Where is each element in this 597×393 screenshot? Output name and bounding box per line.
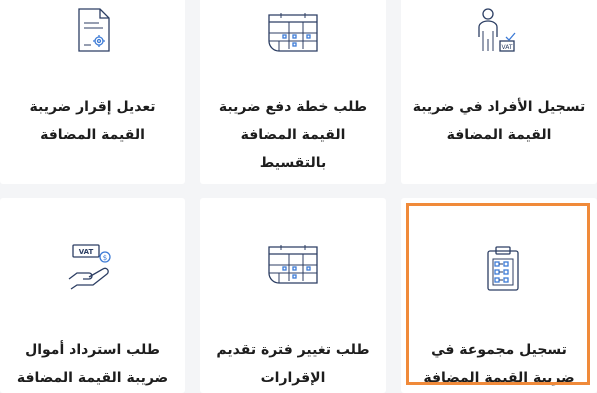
calendar-icon xyxy=(267,243,319,285)
service-card-filing-period-change[interactable]: طلب تغيير فترة تقديم الإقرارات xyxy=(200,198,386,393)
calendar-icon xyxy=(267,11,319,53)
document-settings-icon xyxy=(73,7,113,53)
service-label: تسجيل الأفراد في ضريبة القيمة المضافة xyxy=(412,99,586,143)
service-card-individual-registration[interactable]: VAT تسجيل الأفراد في ضريبة القيمة المضاف… xyxy=(401,0,597,184)
service-card-installment-plan[interactable]: طلب خطة دفع ضريبة القيمة المضافة بالتقسي… xyxy=(200,0,386,184)
service-label: تسجيل مجموعة في ضريبة القيمة المضافة xyxy=(423,342,575,386)
clipboard-checklist-icon xyxy=(486,246,520,292)
service-label: طلب تغيير فترة تقديم الإقرارات xyxy=(216,342,370,386)
person-vat-icon: VAT xyxy=(472,7,518,57)
service-card-amend-return[interactable]: تعديل إقرار ضريبة القيمة المضافة xyxy=(0,0,185,184)
vat-hand-icon: VAT $ xyxy=(67,243,119,291)
service-label: تعديل إقرار ضريبة القيمة المضافة xyxy=(29,99,156,143)
service-label: طلب استرداد أموال ضريبة القيمة المضافة xyxy=(16,342,169,386)
svg-text:$: $ xyxy=(102,254,106,262)
service-card-vat-refund[interactable]: VAT $ طلب استرداد أموال ضريبة القيمة الم… xyxy=(0,198,185,393)
service-label: طلب خطة دفع ضريبة القيمة المضافة بالتقسي… xyxy=(218,99,368,171)
vat-badge: VAT xyxy=(78,248,93,256)
service-card-group-registration[interactable]: تسجيل مجموعة في ضريبة القيمة المضافة xyxy=(401,198,597,393)
svg-text:VAT: VAT xyxy=(501,44,512,51)
